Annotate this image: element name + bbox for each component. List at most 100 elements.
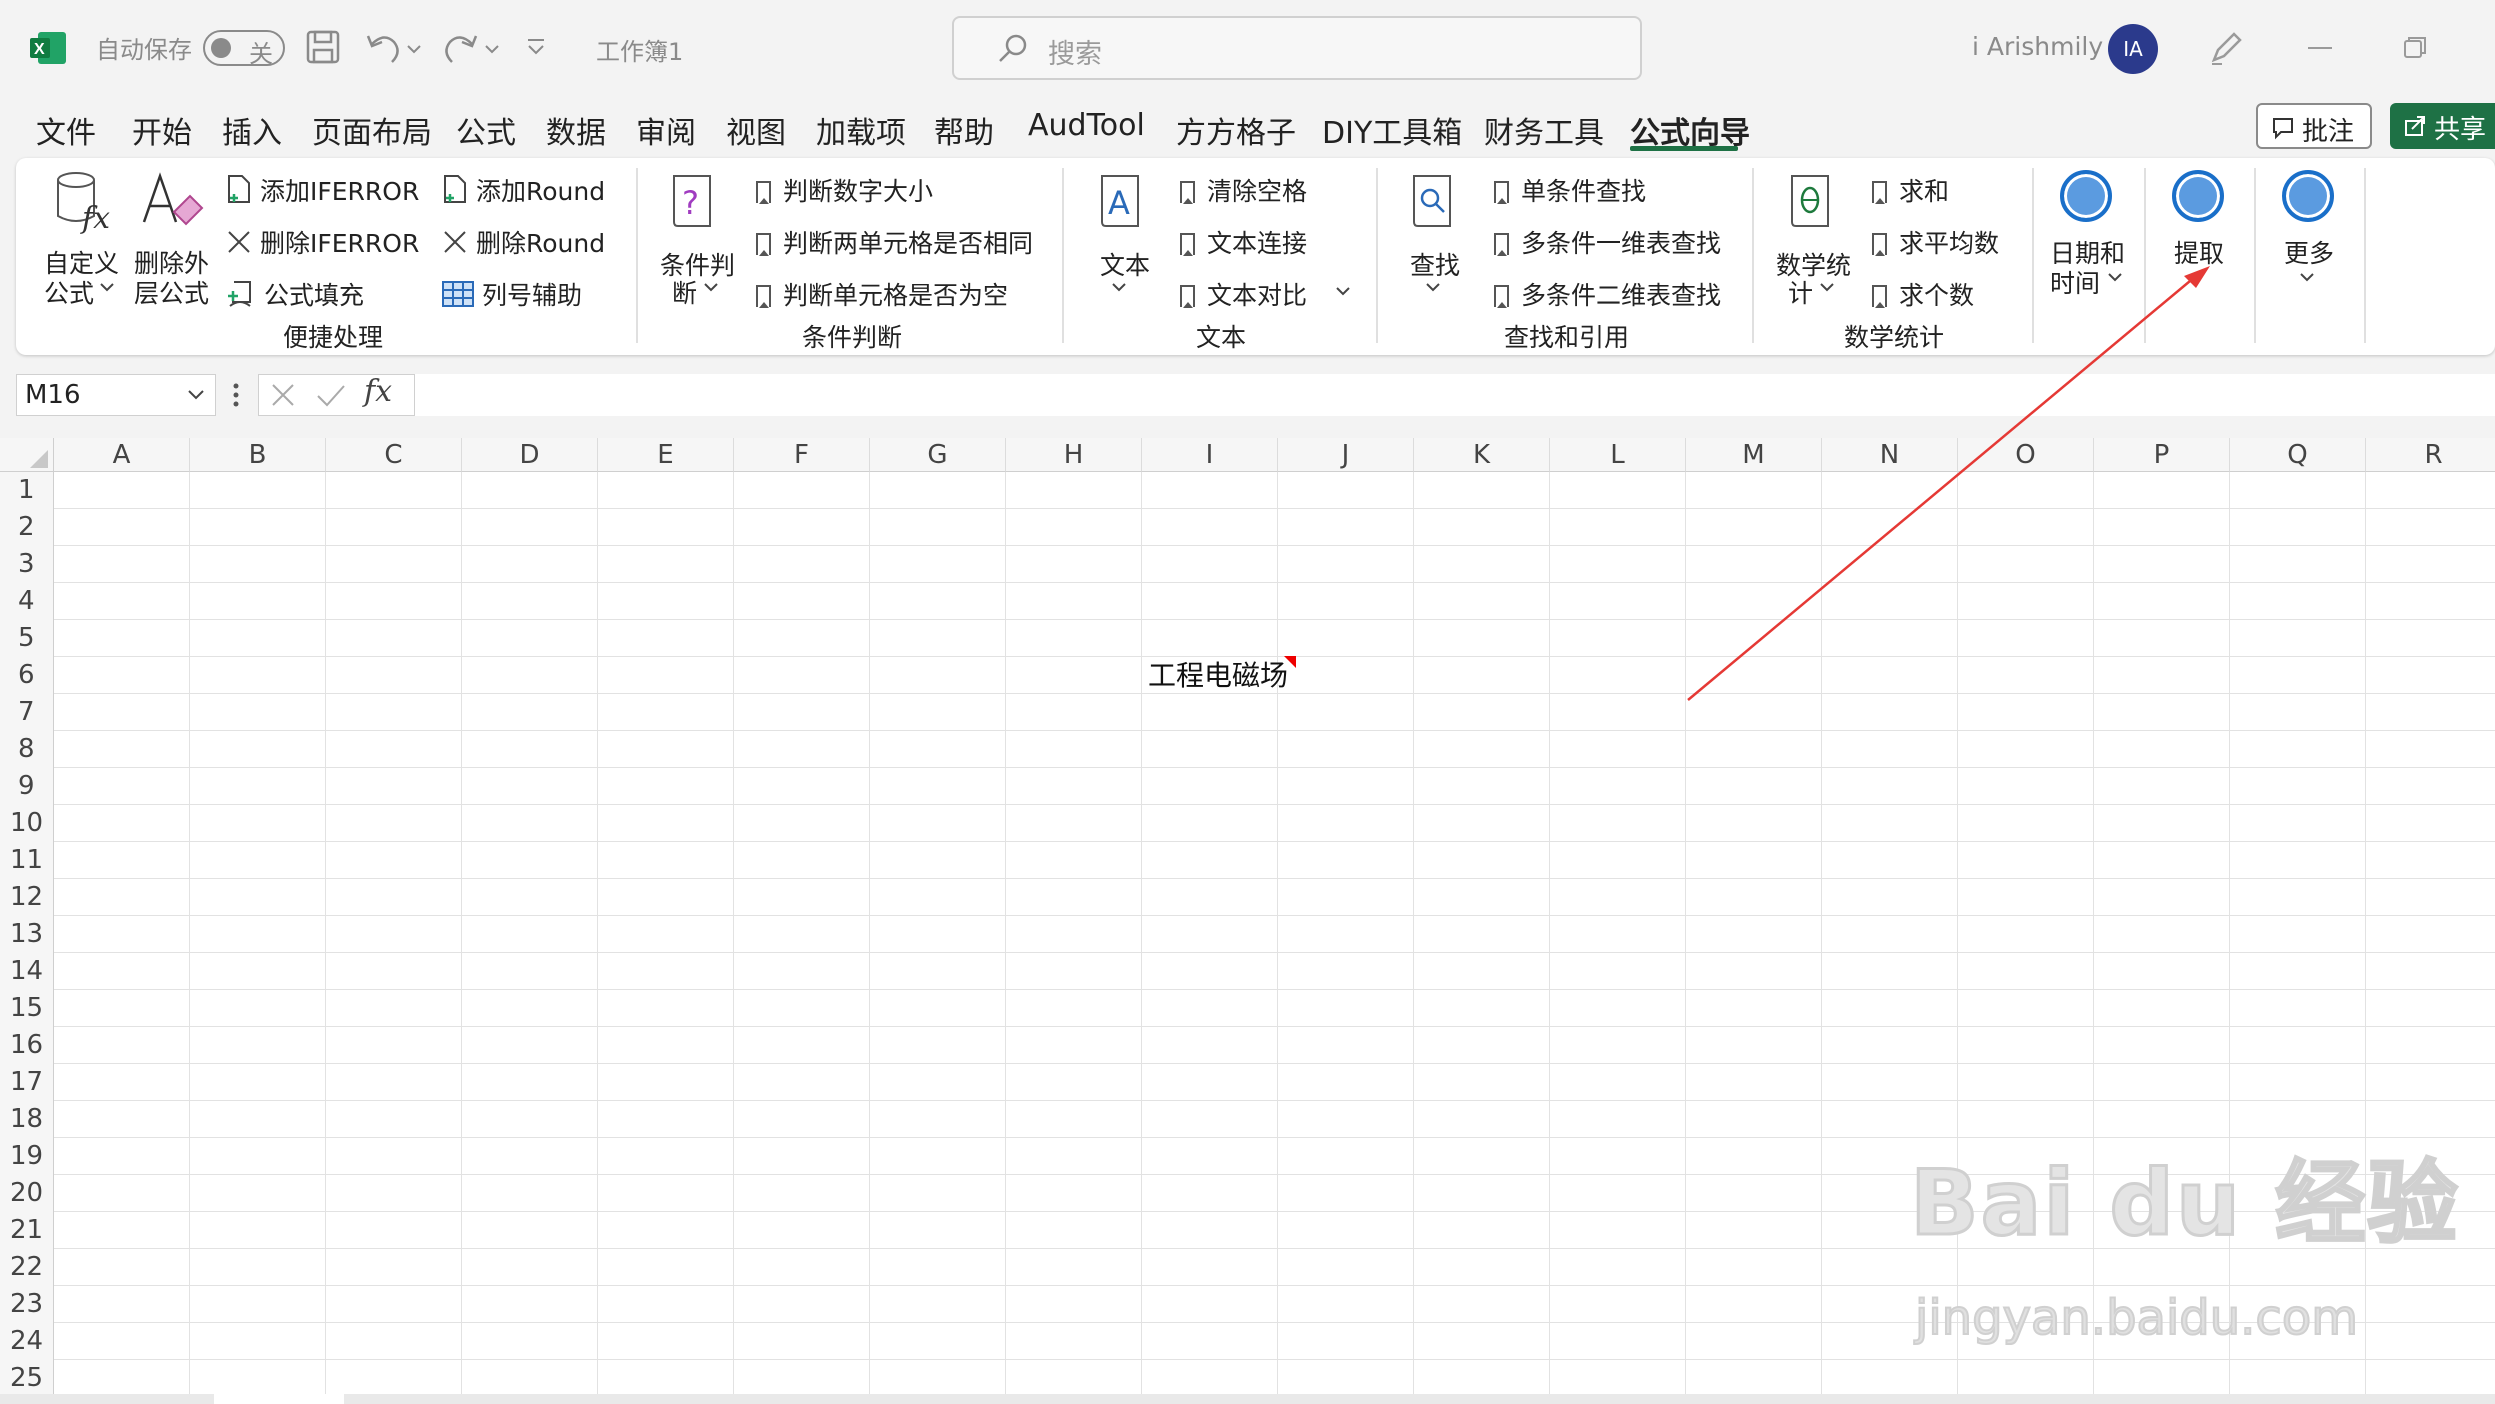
column-header[interactable]: O <box>1958 438 2094 472</box>
tab-help[interactable]: 帮助 <box>934 108 994 152</box>
column-header[interactable]: A <box>54 438 190 472</box>
tab-page-layout[interactable]: 页面布局 <box>312 108 432 152</box>
multi-condition-1d-lookup-button[interactable]: 多条件一维表查找 <box>1494 224 1721 260</box>
sum-button[interactable]: 求和 <box>1872 172 1949 208</box>
row-header[interactable]: 19 <box>0 1138 54 1175</box>
add-round-button[interactable]: 添加Round <box>442 172 605 208</box>
row-header[interactable]: 3 <box>0 546 54 583</box>
row-header[interactable]: 18 <box>0 1101 54 1138</box>
formula-input[interactable] <box>414 374 2495 416</box>
average-button[interactable]: 求平均数 <box>1872 224 1999 260</box>
row-header[interactable]: 7 <box>0 694 54 731</box>
column-header[interactable]: D <box>462 438 598 472</box>
column-helper-button[interactable]: 列号辅助 <box>442 276 582 312</box>
column-header[interactable]: F <box>734 438 870 472</box>
custom-formula-button[interactable]: fx 自定义 公式 <box>40 170 130 310</box>
comment-button[interactable]: 批注 <box>2256 103 2372 149</box>
remove-iferror-button[interactable]: 删除IFERROR <box>226 224 419 260</box>
column-header[interactable]: M <box>1686 438 1822 472</box>
column-header[interactable]: L <box>1550 438 1686 472</box>
row-header[interactable]: 2 <box>0 509 54 546</box>
select-all-corner[interactable] <box>0 438 54 472</box>
column-header[interactable]: R <box>2366 438 2495 472</box>
more-options-icon[interactable] <box>232 382 240 408</box>
autosave-toggle[interactable]: 关 <box>203 30 285 68</box>
row-header[interactable]: 10 <box>0 805 54 842</box>
column-header[interactable]: H <box>1006 438 1142 472</box>
insert-function-button[interactable]: fx <box>364 374 392 409</box>
lookup-button[interactable]: 查找 <box>1404 170 1474 310</box>
row-header[interactable]: 12 <box>0 879 54 916</box>
multi-condition-2d-lookup-button[interactable]: 多条件二维表查找 <box>1494 276 1721 312</box>
save-icon[interactable] <box>306 30 340 64</box>
column-header[interactable]: P <box>2094 438 2230 472</box>
judge-cells-same-button[interactable]: 判断两单元格是否相同 <box>756 224 1033 260</box>
single-condition-lookup-button[interactable]: 单条件查找 <box>1494 172 1646 208</box>
tab-fangfang[interactable]: 方方格子 <box>1176 108 1296 152</box>
name-box[interactable]: M16 <box>16 374 216 416</box>
row-header[interactable]: 25 <box>0 1360 54 1397</box>
column-header[interactable]: B <box>190 438 326 472</box>
customize-quick-access-icon[interactable] <box>526 38 546 58</box>
sheet-tab[interactable] <box>214 1394 344 1404</box>
text-button[interactable]: A 文本 <box>1090 170 1160 310</box>
row-header[interactable]: 23 <box>0 1286 54 1323</box>
math-stats-button[interactable]: 数学统 计 <box>1774 170 1854 310</box>
chevron-down-icon[interactable] <box>1336 286 1350 296</box>
tab-view[interactable]: 视图 <box>726 108 786 152</box>
remove-outer-formula-button[interactable]: 删除外 层公式 <box>132 170 212 310</box>
row-header[interactable]: 17 <box>0 1064 54 1101</box>
column-header[interactable]: G <box>870 438 1006 472</box>
column-header[interactable]: E <box>598 438 734 472</box>
tab-review[interactable]: 审阅 <box>636 108 696 152</box>
text-compare-button[interactable]: 文本对比 <box>1180 276 1307 312</box>
share-button[interactable]: 共享 <box>2390 103 2495 149</box>
row-header[interactable]: 4 <box>0 583 54 620</box>
tab-addins[interactable]: 加载项 <box>816 108 906 152</box>
clear-spaces-button[interactable]: 清除空格 <box>1180 172 1307 208</box>
add-iferror-button[interactable]: 添加IFERROR <box>226 172 419 208</box>
condition-judge-button[interactable]: ? 条件判 断 <box>656 170 736 310</box>
redo-icon[interactable] <box>442 30 502 64</box>
text-join-button[interactable]: 文本连接 <box>1180 224 1307 260</box>
column-header[interactable]: I <box>1142 438 1278 472</box>
formula-fill-button[interactable]: 公式填充 <box>226 276 364 312</box>
cancel-icon[interactable] <box>270 382 296 408</box>
tab-finance-tools[interactable]: 财务工具 <box>1484 108 1604 152</box>
row-header[interactable]: 13 <box>0 916 54 953</box>
row-header[interactable]: 20 <box>0 1175 54 1212</box>
column-header[interactable]: J <box>1278 438 1414 472</box>
row-header[interactable]: 15 <box>0 990 54 1027</box>
tab-insert[interactable]: 插入 <box>222 108 282 152</box>
user-name[interactable]: i Arishmily <box>1972 32 2103 61</box>
row-header[interactable]: 14 <box>0 953 54 990</box>
judge-cell-empty-button[interactable]: 判断单元格是否为空 <box>756 276 1008 312</box>
count-button[interactable]: 求个数 <box>1872 276 1974 312</box>
date-time-button[interactable]: 日期和 时间 <box>2048 170 2132 310</box>
column-header[interactable]: K <box>1414 438 1550 472</box>
cell-I6[interactable]: 工程电磁场 <box>1148 654 1288 694</box>
comment-indicator[interactable] <box>1284 656 1296 668</box>
tab-diy-toolbox[interactable]: DIY工具箱 <box>1322 108 1462 152</box>
row-header[interactable]: 16 <box>0 1027 54 1064</box>
row-header[interactable]: 24 <box>0 1323 54 1360</box>
column-header[interactable]: Q <box>2230 438 2366 472</box>
tab-home[interactable]: 开始 <box>132 108 192 152</box>
row-header[interactable]: 22 <box>0 1249 54 1286</box>
tab-audtool[interactable]: AudTool <box>1028 108 1145 143</box>
remove-round-button[interactable]: 删除Round <box>442 224 605 260</box>
pen-icon[interactable] <box>2208 30 2244 66</box>
row-header[interactable]: 1 <box>0 472 54 509</box>
column-header[interactable]: N <box>1822 438 1958 472</box>
row-header[interactable]: 11 <box>0 842 54 879</box>
tab-formulas[interactable]: 公式 <box>456 108 516 152</box>
tab-file[interactable]: 文件 <box>36 108 96 152</box>
row-header[interactable]: 6 <box>0 657 54 694</box>
judge-number-size-button[interactable]: 判断数字大小 <box>756 172 933 208</box>
column-header[interactable]: C <box>326 438 462 472</box>
row-header[interactable]: 9 <box>0 768 54 805</box>
row-header[interactable]: 5 <box>0 620 54 657</box>
avatar[interactable]: IA <box>2108 24 2158 74</box>
row-header[interactable]: 8 <box>0 731 54 768</box>
restore-icon[interactable] <box>2404 36 2426 58</box>
